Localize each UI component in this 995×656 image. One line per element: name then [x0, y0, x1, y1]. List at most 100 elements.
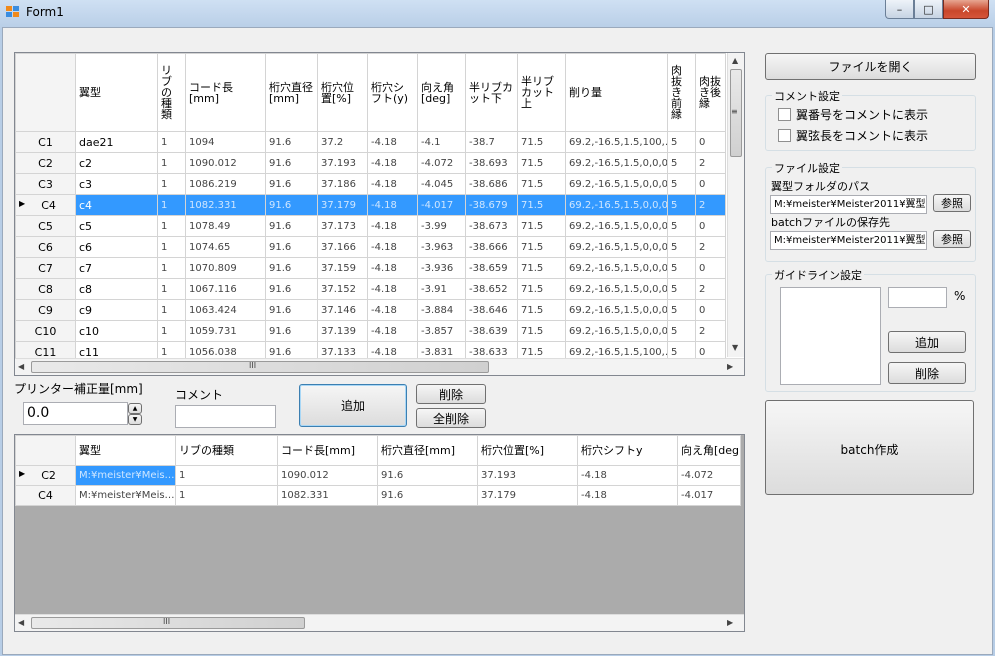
grid-cell[interactable]: 1078.49 — [185, 215, 266, 237]
grid-cell[interactable]: -4.18 — [367, 278, 418, 300]
grid-cell[interactable]: -38.673 — [465, 215, 518, 237]
grid-cell[interactable]: dae21 — [75, 131, 158, 153]
batch-row[interactable]: ▶ C2 M:¥meister¥Meis… 1 1090.012 91.6 37.193-… — [15, 465, 741, 486]
rib-row[interactable]: C2 c2 1 1090.012 91.6 37.193 -4.18 -4.072 -38.69… — [15, 152, 726, 174]
grid-cell[interactable]: 69.2,-16.5,1.5,0,0,0 — [565, 299, 668, 321]
guideline-value-input[interactable] — [888, 287, 947, 308]
row-header[interactable]: C5 — [15, 215, 76, 237]
rib-row[interactable]: ▶ C4 c4 1 1082.331 91.6 37.179 -4.18 -4.017 -38.… — [15, 194, 726, 216]
grid-cell[interactable]: 5 — [667, 257, 696, 279]
grid-cell[interactable]: 0 — [695, 299, 726, 321]
grid-cell[interactable]: -4.18 — [367, 215, 418, 237]
col-header-spar-position[interactable]: 桁穴位置[%] — [317, 53, 368, 132]
grid-cell[interactable]: 5 — [667, 173, 696, 195]
grid-cell[interactable]: 69.2,-16.5,1.5,0,0,0 — [565, 194, 668, 216]
col-header-angle[interactable]: 向え角[deg] — [677, 435, 741, 466]
grid-cell[interactable]: -4.045 — [417, 173, 466, 195]
comment-input[interactable] — [175, 405, 276, 428]
grid-cell[interactable]: 1 — [157, 299, 186, 321]
grid-cell[interactable]: 1094 — [185, 131, 266, 153]
batch-row[interactable]: C4 M:¥meister¥Meis… 1 1082.331 91.6 37.179 -4.… — [15, 485, 741, 506]
grid-cell[interactable]: 71.5 — [517, 131, 566, 153]
scroll-down-arrow[interactable]: ▼ — [732, 343, 738, 352]
grid-cell[interactable]: 1 — [157, 173, 186, 195]
grid-cell[interactable]: c6 — [75, 236, 158, 258]
grid-cell[interactable]: 1 — [157, 194, 186, 216]
rib-row[interactable]: C3 c3 1 1086.219 91.6 37.186 -4.18 -4.045 -38.68… — [15, 173, 726, 195]
col-header-rib-type[interactable]: リブの種類 — [175, 435, 278, 466]
grid-cell[interactable]: 37.152 — [317, 278, 368, 300]
grid-cell[interactable]: 1 — [157, 236, 186, 258]
grid-cell[interactable]: 1082.331 — [185, 194, 266, 216]
grid-cell[interactable]: 91.6 — [265, 194, 318, 216]
guideline-delete-button[interactable]: 削除 — [888, 362, 966, 384]
row-header[interactable]: C8 — [15, 278, 76, 300]
grid-cell[interactable]: -3.936 — [417, 257, 466, 279]
minimize-button[interactable]: – — [885, 0, 914, 19]
grid-cell[interactable]: -4.017 — [417, 194, 466, 216]
guideline-listbox[interactable] — [780, 287, 881, 385]
grid-cell[interactable]: 91.6 — [265, 257, 318, 279]
scroll-up-arrow[interactable]: ▲ — [732, 56, 738, 65]
grid-cell[interactable]: 69.2,-16.5,1.5,0,0,0 — [565, 257, 668, 279]
delete-button[interactable]: 削除 — [416, 384, 486, 404]
col-header-lightening-rear[interactable]: 肉抜き後縁 — [695, 53, 726, 132]
grid-cell[interactable]: -38.652 — [465, 278, 518, 300]
grid-cell[interactable]: 91.6 — [265, 215, 318, 237]
grid-cell[interactable]: -4.18 — [367, 257, 418, 279]
grid-cell[interactable]: c4 — [75, 194, 158, 216]
grid-cell[interactable]: 1082.331 — [277, 485, 378, 506]
delete-all-button[interactable]: 全削除 — [416, 408, 486, 428]
grid-cell[interactable]: 91.6 — [377, 485, 478, 506]
grid-cell[interactable]: 2 — [695, 320, 726, 342]
grid-cell[interactable]: -38.686 — [465, 173, 518, 195]
grid-cell[interactable]: -3.857 — [417, 320, 466, 342]
row-header[interactable]: C3 — [15, 173, 76, 195]
scroll-left-arrow[interactable]: ◀ — [18, 618, 24, 627]
grid-cell[interactable]: 5 — [667, 236, 696, 258]
grid-cell[interactable]: c3 — [75, 173, 158, 195]
printer-correction-spinner[interactable]: ▲ ▼ — [128, 403, 142, 425]
grid-cell[interactable]: -4.18 — [577, 485, 678, 506]
grid-cell[interactable]: 1059.731 — [185, 320, 266, 342]
grid-cell[interactable]: 5 — [667, 152, 696, 174]
grid-cell[interactable]: -38.646 — [465, 299, 518, 321]
rib-row[interactable]: C7 c7 1 1070.809 91.6 37.159 -4.18 -3.936 -38.65… — [15, 257, 726, 279]
grid-cell[interactable]: 5 — [667, 194, 696, 216]
col-header-spar-diameter[interactable]: 桁穴直径[mm] — [265, 53, 318, 132]
grid-cell[interactable]: 37.173 — [317, 215, 368, 237]
row-header[interactable]: C7 — [15, 257, 76, 279]
grid-cell[interactable]: -3.963 — [417, 236, 466, 258]
grid-cell[interactable]: 1 — [157, 278, 186, 300]
col-header-lightening-front[interactable]: 肉抜き前縁 — [667, 53, 696, 132]
grid-cell[interactable]: -4.18 — [367, 236, 418, 258]
rib-grid-hscroll[interactable]: ◀ III ▶ — [15, 358, 744, 375]
col-header-airfoil[interactable]: 翼型 — [75, 435, 176, 466]
col-header-spar-shift[interactable]: 桁穴シフトy — [577, 435, 678, 466]
grid-cell[interactable]: 91.6 — [265, 131, 318, 153]
row-header[interactable]: C1 — [15, 131, 76, 153]
scroll-right-arrow[interactable]: ▶ — [727, 362, 733, 371]
close-button[interactable]: ✕ — [943, 0, 989, 19]
grid-cell[interactable]: 5 — [667, 215, 696, 237]
grid-cell[interactable]: -4.18 — [367, 194, 418, 216]
airfoil-folder-input[interactable]: M:¥meister¥Meister2011¥翼型 — [770, 195, 927, 214]
grid-cell[interactable]: 37.179 — [317, 194, 368, 216]
grid-cell[interactable]: 69.2,-16.5,1.5,0,0,0 — [565, 236, 668, 258]
rib-row[interactable]: C5 c5 1 1078.49 91.6 37.173 -4.18 -3.99 -38.673 7… — [15, 215, 726, 237]
grid-cell[interactable]: -38.666 — [465, 236, 518, 258]
col-header-spar-shift[interactable]: 桁穴シフト(y) — [367, 53, 418, 132]
grid-cell[interactable]: -4.18 — [367, 131, 418, 153]
grid-cell[interactable]: M:¥meister¥Meis… — [75, 465, 176, 486]
col-header-chord[interactable]: コード長[mm] — [277, 435, 378, 466]
grid-cell[interactable]: 69.2,-16.5,1.5,0,0,0 — [565, 173, 668, 195]
rib-row[interactable]: C9 c9 1 1063.424 91.6 37.146 -4.18 -3.884 -38.64… — [15, 299, 726, 321]
col-header-halfrib-upper[interactable]: 半リブカット上 — [517, 53, 566, 132]
col-header-shaving[interactable]: 削り量 — [565, 53, 668, 132]
rib-grid[interactable]: 翼型 リブの種類 コード長[mm] 桁穴直径[mm] 桁穴位置[%] 桁穴シフト… — [14, 52, 745, 376]
col-header-angle[interactable]: 向え角[deg] — [417, 53, 466, 132]
grid-cell[interactable]: 37.193 — [317, 152, 368, 174]
col-header-spar-position[interactable]: 桁穴位置[%] — [477, 435, 578, 466]
grid-cell[interactable]: 0 — [695, 131, 726, 153]
grid-cell[interactable]: 91.6 — [377, 465, 478, 486]
